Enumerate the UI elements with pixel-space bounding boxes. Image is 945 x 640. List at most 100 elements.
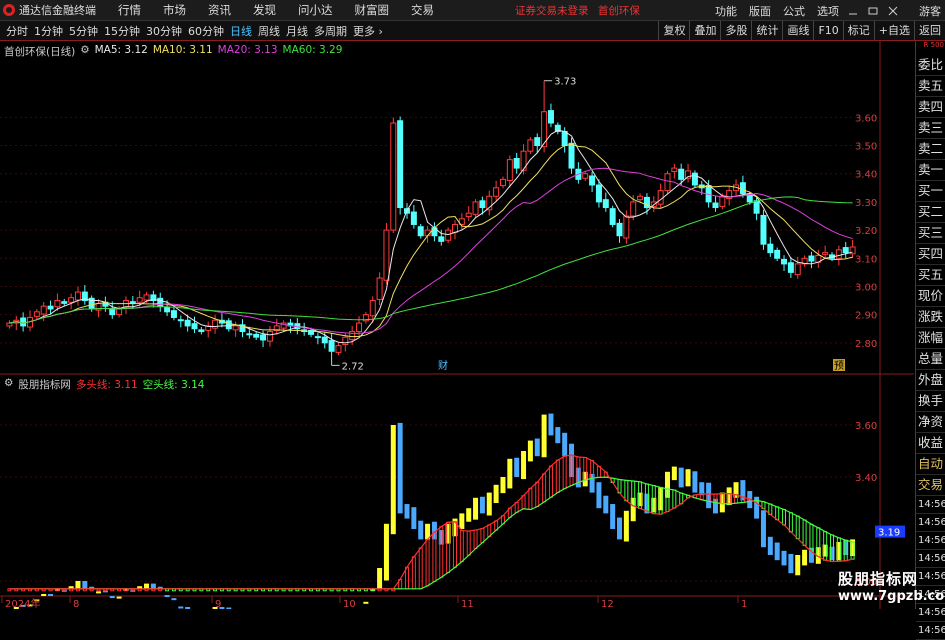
candle-body	[390, 122, 397, 231]
menu-trade[interactable]: 交易	[411, 2, 434, 18]
menu-market[interactable]: 市场	[163, 2, 186, 18]
candle-body	[68, 297, 75, 303]
candle-body	[445, 229, 452, 241]
sidebar-item[interactable]: 14:56	[916, 550, 945, 568]
indicator-title: 股朋指标网	[18, 379, 71, 391]
sidebar-item[interactable]: 14:56	[916, 496, 945, 514]
x-tick-label: 8	[73, 599, 79, 609]
candle-body	[260, 334, 267, 341]
candle-body	[534, 137, 541, 147]
indicator-bar	[363, 601, 369, 604]
overlay-button[interactable]: 叠加	[689, 21, 720, 40]
indicator-bar	[507, 458, 513, 489]
candle-body	[451, 223, 458, 233]
sidebar-item[interactable]: 买二	[916, 202, 945, 223]
sidebar-item[interactable]: 卖三	[916, 118, 945, 139]
sidebar-item[interactable]: 委比	[916, 55, 945, 76]
back-button[interactable]: 返回	[914, 21, 945, 40]
period-more[interactable]: 更多 ›	[353, 23, 383, 39]
kline-chart[interactable]: 2.802.903.003.103.203.303.403.503.603.00…	[0, 41, 914, 609]
candle-body	[602, 199, 609, 209]
menu-function[interactable]: 功能	[715, 3, 737, 19]
draw-button[interactable]: 画线	[782, 21, 813, 40]
guest-label[interactable]: 游客	[919, 3, 941, 19]
sidebar-item[interactable]: 14:56	[916, 532, 945, 550]
period-weekly[interactable]: 周线	[258, 23, 280, 39]
x-tick-label: 12	[601, 599, 614, 609]
sidebar-item[interactable]: 买一	[916, 181, 945, 202]
sidebar-item[interactable]: 交易	[916, 475, 945, 496]
menu-ask[interactable]: 问小达	[298, 2, 333, 18]
close-icon[interactable]	[887, 6, 899, 16]
ribbon-segment	[555, 459, 560, 493]
indicator-settings-icon[interactable]: ⚙	[4, 377, 13, 392]
menu-formula[interactable]: 公式	[783, 3, 805, 19]
candle-body	[746, 194, 753, 203]
add-watchlist-button[interactable]: +自选	[873, 21, 914, 40]
ribbon-segment	[535, 481, 540, 508]
ribbon-segment	[473, 529, 478, 550]
sidebar-item[interactable]: 14:56	[916, 604, 945, 622]
sidebar-item[interactable]: 现价	[916, 286, 945, 307]
adjust-button[interactable]: 复权	[658, 21, 689, 40]
menu-news[interactable]: 资讯	[208, 2, 231, 18]
sidebar-item[interactable]: 卖五	[916, 76, 945, 97]
menu-layout[interactable]: 版面	[749, 3, 771, 19]
candle-body	[232, 325, 239, 331]
sidebar-item[interactable]: 涨幅	[916, 328, 945, 349]
sidebar-item[interactable]: 14:56	[916, 622, 945, 640]
restore-icon[interactable]	[867, 6, 879, 16]
sidebar-item[interactable]: 外盘	[916, 370, 945, 391]
sidebar-item[interactable]: 买五	[916, 265, 945, 286]
indicator-bar	[781, 550, 787, 566]
period-multi[interactable]: 多周期	[314, 23, 347, 39]
chart-title: 首创环保(日线)	[4, 46, 76, 58]
indicator-bar	[404, 504, 410, 519]
indicator-bar	[760, 510, 766, 548]
sidebar-item[interactable]: 卖二	[916, 139, 945, 160]
sidebar-item[interactable]: 总量	[916, 349, 945, 370]
period-intraday[interactable]: 分时	[6, 23, 28, 39]
candle-body	[424, 229, 431, 237]
toolbar-right: 复权 叠加 多股 统计 画线 F10 标记 +自选 返回	[658, 21, 945, 40]
sidebar-item[interactable]: 卖四	[916, 97, 945, 118]
candle-body	[376, 277, 383, 300]
f10-button[interactable]: F10	[813, 21, 842, 40]
menu-wealth[interactable]: 财富圈	[355, 2, 390, 18]
sidebar-item[interactable]: 买四	[916, 244, 945, 265]
sidebar-item[interactable]: 14:56	[916, 568, 945, 586]
menu-quotes[interactable]: 行情	[118, 2, 141, 18]
period-5min[interactable]: 5分钟	[69, 23, 98, 39]
watermark-url: www.7gpzb.com	[838, 589, 945, 604]
sidebar-item[interactable]: 自动	[916, 454, 945, 475]
sidebar-item[interactable]: 买三	[916, 223, 945, 244]
candle-body	[356, 322, 363, 333]
forecast-marker: 预	[834, 360, 844, 372]
candle-body	[767, 243, 774, 254]
sidebar-item[interactable]: 卖一	[916, 160, 945, 181]
period-60min[interactable]: 60分钟	[188, 23, 224, 39]
sidebar-item[interactable]: 收益	[916, 433, 945, 454]
period-30min[interactable]: 30分钟	[146, 23, 182, 39]
period-15min[interactable]: 15分钟	[104, 23, 140, 39]
sidebar-item[interactable]: 14:56	[916, 514, 945, 532]
candle-body	[513, 158, 520, 169]
minimize-icon[interactable]	[847, 6, 859, 16]
settings-icon[interactable]: ⚙	[80, 44, 89, 59]
candle-body	[822, 252, 829, 255]
login-notice[interactable]: 证券交易未登录 首创环保	[515, 3, 640, 18]
period-daily[interactable]: 日线	[230, 23, 252, 39]
sidebar-item[interactable]: 净资	[916, 412, 945, 433]
candle-body	[349, 331, 356, 340]
period-monthly[interactable]: 月线	[286, 23, 308, 39]
multi-stock-button[interactable]: 多股	[720, 21, 751, 40]
menu-options[interactable]: 选项	[817, 3, 839, 19]
sidebar-item[interactable]: 换手	[916, 391, 945, 412]
indicator-bar	[678, 467, 684, 488]
stats-button[interactable]: 统计	[751, 21, 782, 40]
mark-button[interactable]: 标记	[842, 21, 874, 40]
candle-body	[321, 336, 328, 344]
sidebar-item[interactable]: 涨跌	[916, 307, 945, 328]
period-1min[interactable]: 1分钟	[34, 23, 63, 39]
menu-discover[interactable]: 发现	[253, 2, 276, 18]
